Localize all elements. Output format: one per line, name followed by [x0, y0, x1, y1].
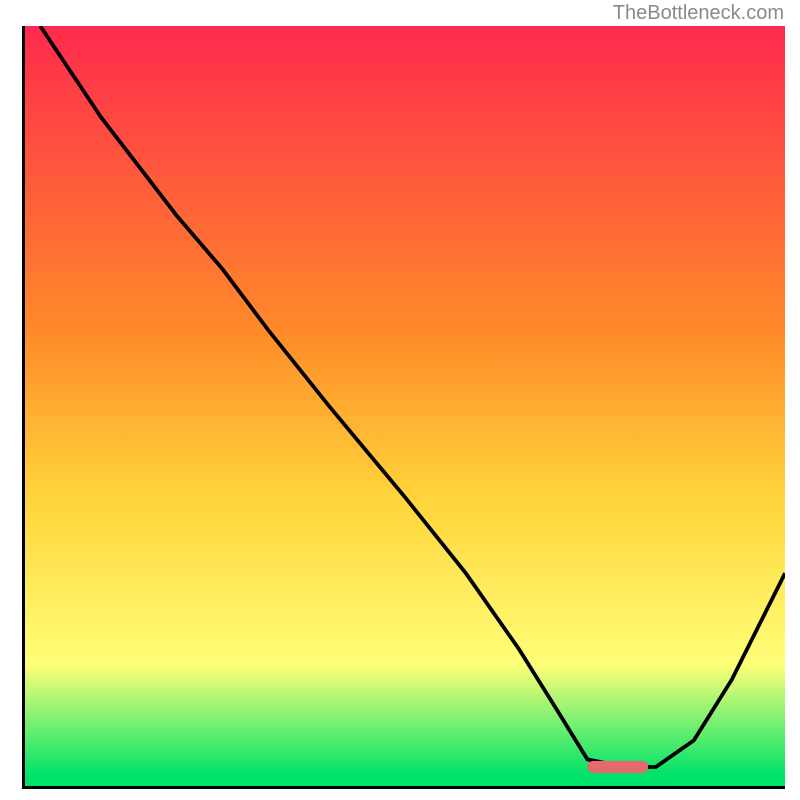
watermark: TheBottleneck.com — [613, 2, 784, 25]
chart-area — [22, 26, 785, 789]
optimum-marker — [587, 761, 648, 773]
bottleneck-curve — [25, 26, 785, 786]
